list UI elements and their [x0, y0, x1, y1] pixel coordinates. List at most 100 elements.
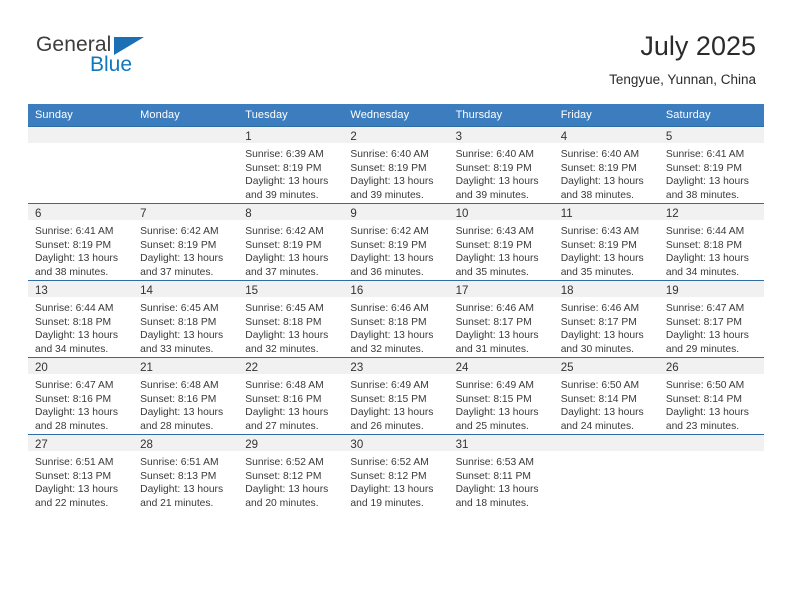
daylight-text-line1: Daylight: 13 hours: [560, 330, 644, 342]
daylight-text-line2: and 39 minutes.: [350, 189, 424, 201]
sunset-text: Sunset: 8:13 PM: [35, 470, 112, 482]
daylight-text-line1: Daylight: 13 hours: [455, 484, 539, 496]
day-cell[interactable]: 9 Sunrise: 6:42 AM Sunset: 8:19 PM Daylight…: [343, 203, 449, 281]
day-details: Sunrise: 6:48 AM Sunset: 8:16 PM Daylight:…: [238, 374, 343, 433]
sunrise-text: Sunrise: 6:40 AM: [455, 149, 534, 160]
day-cell[interactable]: 16 Sunrise: 6:46 AM Sunset: 8:18 PM Dayligh…: [343, 280, 449, 358]
day-cell[interactable]: 14 Sunrise: 6:45 AM Sunset: 8:18 PM Dayligh…: [133, 280, 239, 358]
day-cell[interactable]: 23 Sunrise: 6:49 AM Sunset: 8:15 PM Dayligh…: [343, 357, 449, 435]
day-details: Sunrise: 6:49 AM Sunset: 8:15 PM Daylight:…: [343, 374, 448, 433]
sunset-text: Sunset: 8:19 PM: [35, 239, 112, 251]
day-cell[interactable]: 20 Sunrise: 6:47 AM Sunset: 8:16 PM Dayligh…: [28, 357, 134, 435]
sunset-text: Sunset: 8:15 PM: [350, 393, 427, 405]
day-cell[interactable]: 13 Sunrise: 6:44 AM Sunset: 8:18 PM Dayligh…: [28, 280, 134, 358]
day-cell[interactable]: 30 Sunrise: 6:52 AM Sunset: 8:12 PM Dayligh…: [343, 434, 449, 511]
day-number: [28, 127, 134, 143]
day-cell[interactable]: 26 Sunrise: 6:50 AM Sunset: 8:14 PM Dayligh…: [658, 357, 764, 435]
sunrise-text: Sunrise: 6:49 AM: [455, 380, 534, 391]
day-cell[interactable]: 11 Sunrise: 6:43 AM Sunset: 8:19 PM Dayligh…: [553, 203, 659, 281]
day-cell[interactable]: 17 Sunrise: 6:46 AM Sunset: 8:17 PM Dayligh…: [448, 280, 554, 358]
sunrise-text: Sunrise: 6:53 AM: [455, 457, 534, 468]
daylight-text-line2: and 25 minutes.: [455, 420, 529, 432]
location-subtitle: Tengyue, Yunnan, China: [609, 72, 756, 87]
day-details: Sunrise: 6:51 AM Sunset: 8:13 PM Daylight:…: [133, 451, 238, 510]
day-cell[interactable]: 21 Sunrise: 6:48 AM Sunset: 8:16 PM Dayligh…: [133, 357, 239, 435]
day-cell[interactable]: 2 Sunrise: 6:40 AM Sunset: 8:19 PM Daylight…: [343, 126, 449, 204]
sunrise-text: Sunrise: 6:40 AM: [350, 149, 429, 160]
calendar-week-row: 13 Sunrise: 6:44 AM Sunset: 8:18 PM Dayligh…: [28, 280, 764, 358]
day-number: [553, 435, 659, 451]
day-number: 13: [28, 281, 134, 297]
day-number: 20: [28, 358, 134, 374]
day-cell[interactable]: 1 Sunrise: 6:39 AM Sunset: 8:19 PM Daylight…: [238, 126, 344, 204]
weekday-header-monday: Monday: [133, 104, 239, 127]
calendar-table: Sunday Monday Tuesday Wednesday Thursday Frid…: [28, 104, 764, 511]
day-cell[interactable]: 24 Sunrise: 6:49 AM Sunset: 8:15 PM Dayligh…: [448, 357, 554, 435]
day-number: 19: [658, 281, 764, 297]
day-cell[interactable]: 18 Sunrise: 6:46 AM Sunset: 8:17 PM Dayligh…: [553, 280, 659, 358]
calendar-week-row: 27 Sunrise: 6:51 AM Sunset: 8:13 PM Dayligh…: [28, 434, 764, 511]
title-block: July 2025 Tengyue, Yunnan, China: [609, 30, 756, 90]
day-number: 18: [553, 281, 659, 297]
sunset-text: Sunset: 8:15 PM: [455, 393, 532, 405]
day-details: Sunrise: 6:45 AM Sunset: 8:18 PM Daylight:…: [133, 297, 238, 356]
daylight-text-line2: and 36 minutes.: [350, 266, 424, 278]
daylight-text-line2: and 30 minutes.: [560, 343, 634, 355]
day-cell[interactable]: 27 Sunrise: 6:51 AM Sunset: 8:13 PM Dayligh…: [28, 434, 134, 511]
logo-text-blue: Blue: [90, 53, 133, 76]
sunrise-text: Sunrise: 6:43 AM: [560, 226, 640, 237]
day-cell[interactable]: 15 Sunrise: 6:45 AM Sunset: 8:18 PM Dayligh…: [238, 280, 344, 358]
weekday-header-friday: Friday: [553, 104, 659, 127]
day-cell[interactable]: 8 Sunrise: 6:42 AM Sunset: 8:19 PM Daylight…: [238, 203, 344, 281]
sunset-text: Sunset: 8:18 PM: [35, 316, 112, 328]
day-cell[interactable]: 12 Sunrise: 6:44 AM Sunset: 8:18 PM Dayligh…: [658, 203, 764, 281]
day-number: 28: [133, 435, 239, 451]
day-number: 25: [553, 358, 659, 374]
daylight-text-line1: Daylight: 13 hours: [455, 176, 539, 188]
day-cell[interactable]: 3 Sunrise: 6:40 AM Sunset: 8:19 PM Daylight…: [448, 126, 554, 204]
day-number: 15: [238, 281, 344, 297]
daylight-text-line1: Daylight: 13 hours: [140, 253, 224, 265]
general-blue-logo[interactable]: General Blue: [36, 33, 166, 85]
day-cell[interactable]: 31 Sunrise: 6:53 AM Sunset: 8:11 PM Dayligh…: [448, 434, 554, 511]
day-details: Sunrise: 6:42 AM Sunset: 8:19 PM Daylight:…: [238, 220, 343, 279]
day-cell[interactable]: 29 Sunrise: 6:52 AM Sunset: 8:12 PM Dayligh…: [238, 434, 344, 511]
daylight-text-line2: and 32 minutes.: [245, 343, 319, 355]
sunset-text: Sunset: 8:16 PM: [245, 393, 322, 405]
daylight-text-line1: Daylight: 13 hours: [35, 253, 118, 265]
day-number: 11: [553, 204, 659, 220]
daylight-text-line2: and 21 minutes.: [140, 497, 214, 509]
day-cell[interactable]: 28 Sunrise: 6:51 AM Sunset: 8:13 PM Dayligh…: [133, 434, 239, 511]
day-cell[interactable]: 6 Sunrise: 6:41 AM Sunset: 8:19 PM Daylight…: [28, 203, 134, 281]
daylight-text-line2: and 37 minutes.: [245, 266, 319, 278]
sunrise-text: Sunrise: 6:42 AM: [245, 226, 324, 237]
daylight-text-line2: and 32 minutes.: [350, 343, 424, 355]
daylight-text-line2: and 26 minutes.: [350, 420, 424, 432]
day-cell[interactable]: 7 Sunrise: 6:42 AM Sunset: 8:19 PM Daylight…: [133, 203, 239, 281]
sunset-text: Sunset: 8:17 PM: [560, 316, 637, 328]
sunrise-text: Sunrise: 6:39 AM: [245, 149, 324, 160]
day-cell[interactable]: 22 Sunrise: 6:48 AM Sunset: 8:16 PM Dayligh…: [238, 357, 344, 435]
day-details: Sunrise: 6:47 AM Sunset: 8:17 PM Daylight:…: [659, 297, 764, 356]
daylight-text-line2: and 34 minutes.: [35, 343, 109, 355]
sunrise-text: Sunrise: 6:50 AM: [560, 380, 640, 391]
day-details: Sunrise: 6:40 AM Sunset: 8:19 PM Daylight:…: [449, 143, 554, 202]
day-number: 24: [448, 358, 554, 374]
day-number: 21: [133, 358, 239, 374]
day-cell[interactable]: 4 Sunrise: 6:40 AM Sunset: 8:19 PM Daylight…: [553, 126, 659, 204]
day-details: Sunrise: 6:44 AM Sunset: 8:18 PM Daylight:…: [28, 297, 133, 356]
daylight-text-line2: and 28 minutes.: [35, 420, 109, 432]
day-cell[interactable]: 25 Sunrise: 6:50 AM Sunset: 8:14 PM Dayligh…: [553, 357, 659, 435]
sunrise-text: Sunrise: 6:48 AM: [140, 380, 219, 391]
page-title: July 2025: [640, 31, 756, 61]
day-cell[interactable]: 5 Sunrise: 6:41 AM Sunset: 8:19 PM Daylight…: [658, 126, 764, 204]
day-cell[interactable]: 19 Sunrise: 6:47 AM Sunset: 8:17 PM Dayligh…: [658, 280, 764, 358]
daylight-text-line2: and 37 minutes.: [140, 266, 214, 278]
sunrise-text: Sunrise: 6:45 AM: [245, 303, 324, 314]
daylight-text-line1: Daylight: 13 hours: [140, 330, 224, 342]
day-cell[interactable]: 10 Sunrise: 6:43 AM Sunset: 8:19 PM Dayligh…: [448, 203, 554, 281]
day-number: 17: [448, 281, 554, 297]
weekday-header-sunday: Sunday: [28, 104, 134, 127]
day-details: Sunrise: 6:39 AM Sunset: 8:19 PM Daylight:…: [238, 143, 343, 202]
daylight-text-line1: Daylight: 13 hours: [560, 176, 644, 188]
